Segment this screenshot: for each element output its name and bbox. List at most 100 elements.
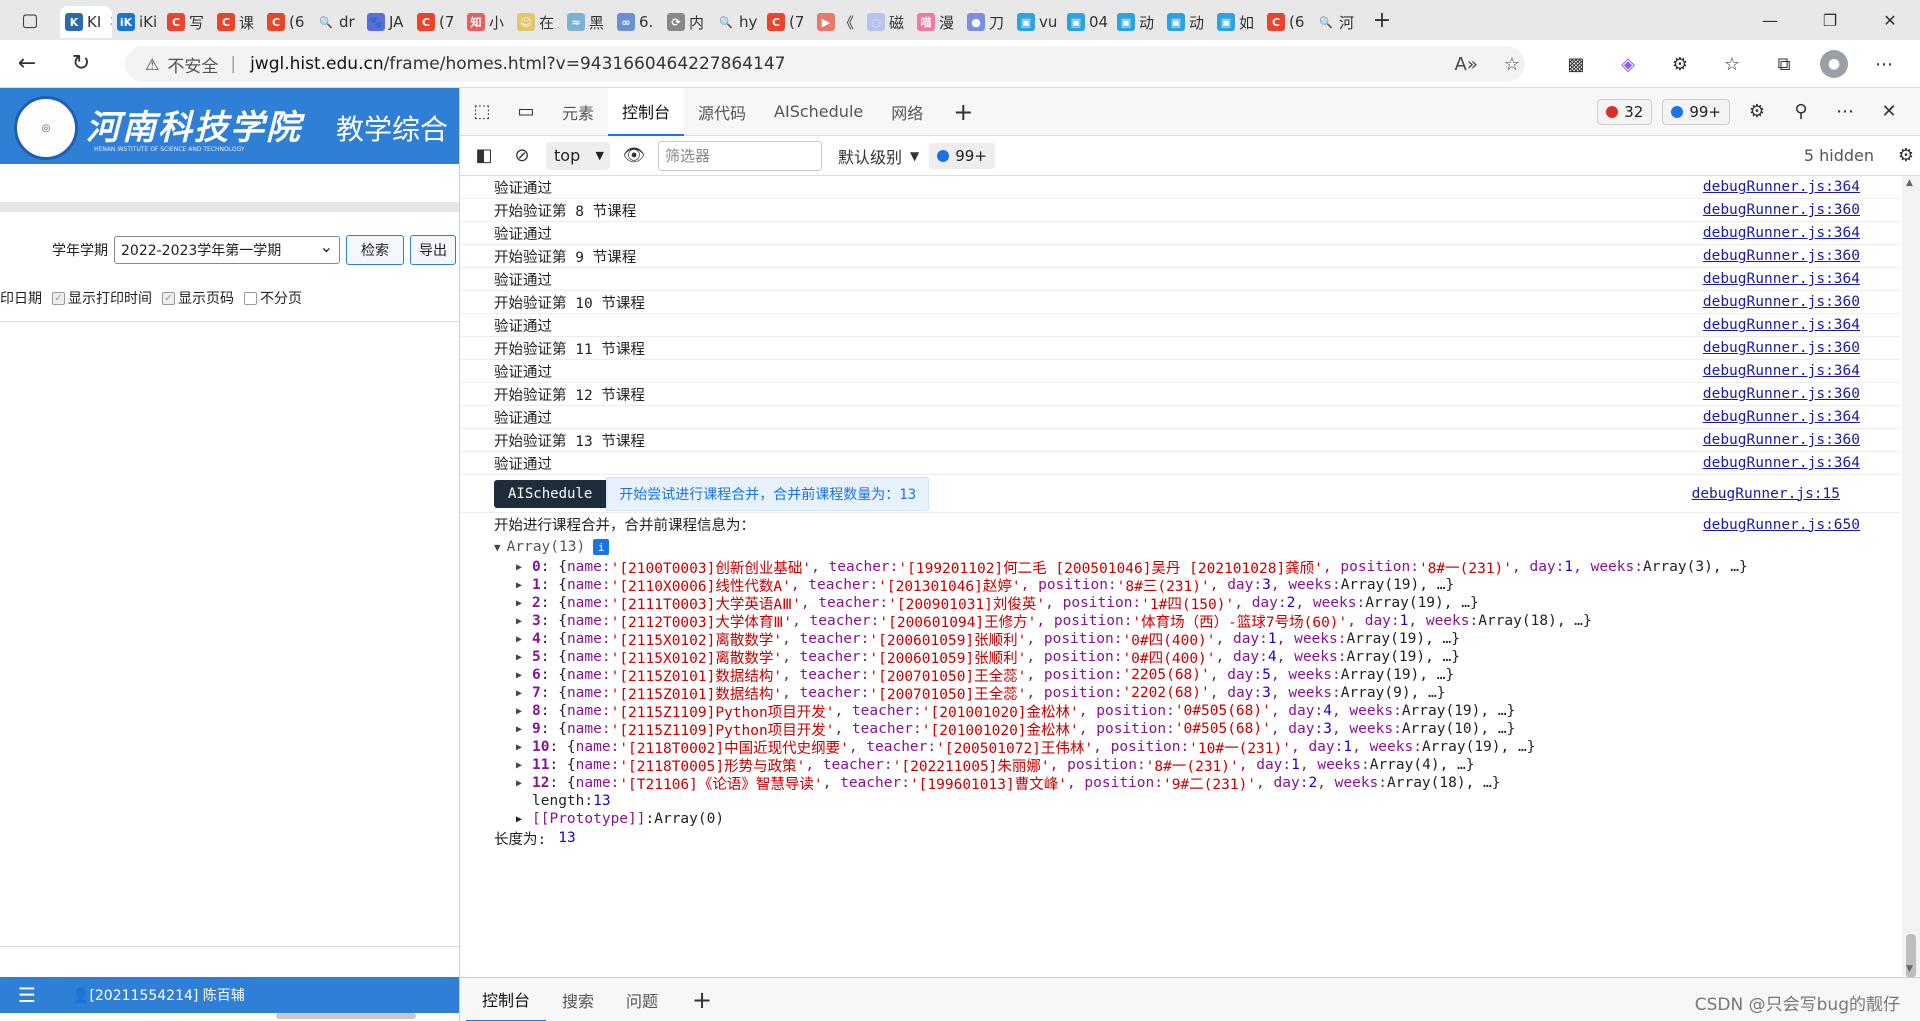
browser-tab[interactable]: 🔍 hy (712, 6, 762, 38)
info-icon[interactable]: i (593, 539, 610, 555)
browser-tab[interactable]: 喵漫 (912, 6, 962, 38)
option-checkbox[interactable]: 不分页 (244, 288, 302, 308)
browser-tab[interactable]: ▣ 动 (1112, 6, 1162, 38)
browser-tab[interactable]: 🔍 河 (1312, 6, 1362, 38)
device-icon[interactable]: ▭ (504, 101, 548, 122)
browser-tab[interactable]: C (7 (762, 6, 812, 38)
array-item[interactable]: ▶ 0: {name: '[2100T0003]创新创业基础', teacher:… (460, 558, 1900, 577)
array-item[interactable]: ▶ 10: {name: '[2118T0002]中国近现代史纲要', teach… (460, 738, 1900, 757)
source-link[interactable]: debugRunner.js:360 (1703, 432, 1860, 448)
collapsed-triangle-icon[interactable]: ▶ (516, 616, 532, 627)
browser-tab[interactable]: ≈ 黑 (562, 6, 612, 38)
checkbox-icon[interactable]: ✓ (52, 291, 65, 305)
browser-tab[interactable]: ∞ 6. (612, 6, 662, 38)
user-info[interactable]: 👤[20211554214] 陈百辅 (72, 985, 245, 1005)
collapsed-triangle-icon[interactable]: ▶ (516, 580, 532, 591)
reload-icon[interactable]: ↻ (54, 44, 108, 84)
export-button[interactable]: 导出 (410, 235, 456, 265)
array-item[interactable]: ▶ 4: {name: '[2115X0102]离散数学', teacher: '… (460, 630, 1900, 649)
source-link[interactable]: debugRunner.js:360 (1703, 248, 1860, 264)
array-header[interactable]: ▼ Array(13) i (460, 536, 1900, 558)
collapsed-triangle-icon[interactable]: ▶ (516, 670, 532, 681)
sidebar-toggle-icon[interactable]: ◧ (470, 145, 498, 166)
collapsed-triangle-icon[interactable]: ▶ (516, 652, 532, 663)
option-checkbox[interactable]: ✓ 显示打印时间 (52, 288, 152, 308)
source-link[interactable]: debugRunner.js:364 (1703, 363, 1860, 379)
scroll-down-icon[interactable]: ▼ (1906, 964, 1913, 974)
array-item[interactable]: ▶ 7: {name: '[2115Z0101]数据结构', teacher: '… (460, 684, 1900, 703)
drawer-tab[interactable]: 问题 (610, 978, 674, 1021)
source-link[interactable]: debugRunner.js:364 (1703, 225, 1860, 241)
console-message-badge[interactable]: 99+ (929, 142, 995, 169)
browser-tab[interactable]: 🔍 dr (312, 6, 362, 38)
inspect-icon[interactable]: ⬚ (460, 101, 504, 122)
source-link[interactable]: debugRunner.js:364 (1703, 409, 1860, 425)
browser-tab[interactable]: ▣ 如 (1212, 6, 1262, 38)
source-link[interactable]: debugRunner.js:360 (1703, 386, 1860, 402)
browser-tab[interactable]: ▣ 动 (1162, 6, 1212, 38)
browser-tab[interactable]: ▶ 《 (812, 6, 862, 38)
browser-tab[interactable]: ▣ 04 (1062, 6, 1112, 38)
console-settings-icon[interactable]: ⚙ (1892, 145, 1920, 166)
read-aloud-icon[interactable]: A» (1455, 54, 1478, 75)
browser-tab[interactable]: ☺ 在 (512, 6, 562, 38)
live-expression-icon[interactable]: 👁 (620, 145, 648, 166)
browser-tab[interactable]: C (6 (1262, 6, 1312, 38)
context-select[interactable]: top (546, 141, 610, 170)
source-link[interactable]: debugRunner.js:364 (1703, 317, 1860, 333)
array-item[interactable]: ▶ 6: {name: '[2115Z0101]数据结构', teacher: '… (460, 666, 1900, 685)
message-badge[interactable]: 99+ (1662, 98, 1730, 125)
browser-tab[interactable]: C课 (212, 6, 262, 38)
collapsed-triangle-icon[interactable]: ▶ (516, 760, 532, 771)
back-icon[interactable]: ← (0, 44, 54, 84)
devtools-tab[interactable]: 元素 (548, 88, 608, 136)
array-item[interactable]: ▶ 2: {name: '[2111T0003]大学英语AⅢ', teacher:… (460, 594, 1900, 613)
error-badge[interactable]: 32 (1597, 98, 1653, 125)
collapsed-triangle-icon[interactable]: ▶ (516, 562, 532, 573)
extension-icon[interactable]: ▩ (1560, 48, 1592, 80)
collections-icon[interactable]: ⧉ (1768, 48, 1800, 80)
collapsed-triangle-icon[interactable]: ▶ (516, 814, 532, 825)
checkbox-icon[interactable] (244, 291, 257, 305)
source-link[interactable]: debugRunner.js:364 (1703, 179, 1860, 195)
add-drawer-tab-icon[interactable]: + (674, 986, 730, 1014)
drawer-tab[interactable]: 控制台 (466, 978, 547, 1021)
close-window-icon[interactable]: ✕ (1860, 11, 1920, 30)
extensions-icon[interactable]: ⚙ (1664, 48, 1696, 80)
collapsed-triangle-icon[interactable]: ▶ (516, 706, 532, 717)
filter-input[interactable]: 筛选器 (658, 140, 822, 171)
drawer-tab[interactable]: 搜索 (546, 978, 610, 1021)
option-checkbox[interactable]: ✓ 显示页码 (162, 288, 234, 308)
more-icon[interactable]: ⋯ (1828, 101, 1862, 122)
browser-tab[interactable]: ⟳ 内 (662, 6, 712, 38)
source-link[interactable]: debugRunner.js:360 (1703, 294, 1860, 310)
browser-tab[interactable]: ▣ vu (1012, 6, 1062, 38)
feedback-icon[interactable]: ⚲ (1784, 101, 1818, 122)
collapsed-triangle-icon[interactable]: ▶ (516, 742, 532, 753)
array-item[interactable]: ▶ 9: {name: '[2115Z1109]Python项目开发', teac… (460, 720, 1900, 739)
expand-triangle-icon[interactable]: ▼ (494, 541, 501, 554)
warning-icon[interactable]: ⚠ (145, 55, 159, 74)
devtools-tab[interactable]: AISchedule (760, 88, 877, 136)
devtools-tab[interactable]: 源代码 (684, 88, 760, 136)
term-select[interactable]: 2022-2023学年第一学期 (114, 236, 340, 264)
browser-tab[interactable]: KKI✕ (60, 6, 112, 38)
browser-tab[interactable]: ◌ 磁 (862, 6, 912, 38)
source-link[interactable]: debugRunner.js:364 (1703, 455, 1860, 471)
scroll-up-icon[interactable]: ▲ (1906, 178, 1913, 188)
devtools-tab[interactable]: 网络 (877, 88, 937, 136)
profile-avatar[interactable]: ● (1820, 50, 1848, 78)
tab-actions-icon[interactable]: ▢ (0, 0, 60, 40)
array-item[interactable]: ▶ 3: {name: '[2112T0003]大学体育Ⅲ', teacher: … (460, 612, 1900, 631)
source-link[interactable]: debugRunner.js:15 (1692, 486, 1840, 502)
source-link[interactable]: debugRunner.js:360 (1703, 340, 1860, 356)
level-select[interactable]: 默认级别 ▼ (838, 144, 919, 168)
copilot-icon[interactable]: ◈ (1612, 48, 1644, 80)
vertical-scrollbar[interactable]: ▲ ▼ (1902, 176, 1920, 978)
browser-tab[interactable]: iK iKi (112, 6, 162, 38)
array-item[interactable]: ▶ 8: {name: '[2115Z1109]Python项目开发', teac… (460, 702, 1900, 721)
checkbox-icon[interactable]: ✓ (162, 291, 175, 305)
array-item[interactable]: ▶ 11: {name: '[2118T0005]形势与政策', teacher:… (460, 756, 1900, 775)
array-prototype[interactable]: ▶ [[Prototype]]: Array(0) (460, 810, 1900, 828)
settings-icon[interactable]: ⚙ (1740, 101, 1774, 122)
